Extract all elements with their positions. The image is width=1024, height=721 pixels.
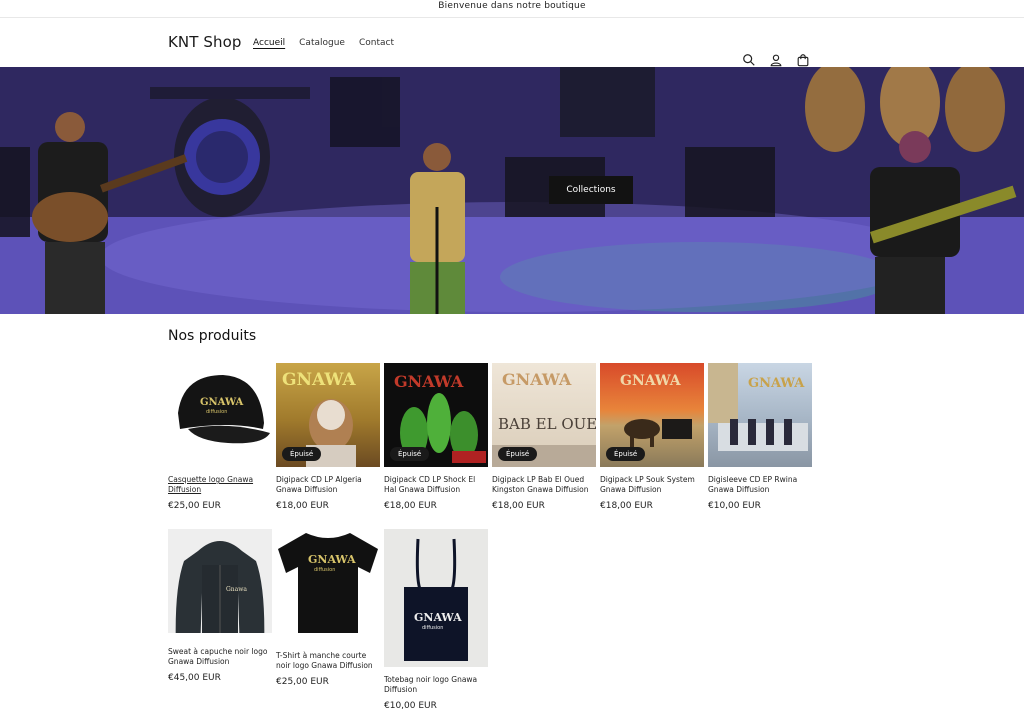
- svg-text:GNAWA: GNAWA: [748, 376, 805, 391]
- site-header: KNT Shop Accueil Catalogue Contact: [0, 18, 1024, 68]
- cart-icon[interactable]: [796, 53, 810, 67]
- header-icons: [742, 53, 810, 67]
- sold-out-badge: Épuisé: [282, 447, 322, 461]
- product-price: €18,00 EUR: [276, 501, 329, 511]
- store-logo[interactable]: KNT Shop: [168, 33, 242, 51]
- product-image[interactable]: GNAWA Épuisé: [384, 363, 488, 467]
- product-price: €18,00 EUR: [384, 501, 437, 511]
- svg-text:Gnawa: Gnawa: [226, 586, 247, 593]
- product-image[interactable]: GNAWA diffusion: [384, 529, 488, 667]
- product-image[interactable]: GNAWA diffusion: [168, 363, 272, 467]
- product-image[interactable]: GNAWA BAB EL OUED Épuisé: [492, 363, 596, 467]
- nav-accueil[interactable]: Accueil: [253, 38, 285, 48]
- product-image[interactable]: GNAWA: [708, 363, 812, 467]
- announcement-text: Bienvenue dans notre boutique: [438, 1, 586, 11]
- product-title[interactable]: T-Shirt à manche courte noir logo Gnawa …: [276, 651, 380, 671]
- svg-text:GNAWA: GNAWA: [308, 553, 356, 566]
- search-icon[interactable]: [742, 53, 756, 67]
- svg-text:BAB EL OUED: BAB EL OUED: [498, 415, 596, 433]
- nav-catalogue[interactable]: Catalogue: [299, 38, 345, 48]
- product-image[interactable]: Gnawa: [168, 529, 272, 633]
- svg-text:diffusion: diffusion: [422, 625, 443, 631]
- product-card[interactable]: GNAWA Digisleeve CD EP Rwina Gnawa Diffu…: [708, 363, 812, 511]
- svg-text:GNAWA: GNAWA: [394, 372, 464, 391]
- product-image[interactable]: GNAWA Épuisé: [276, 363, 380, 467]
- product-price: €18,00 EUR: [600, 501, 653, 511]
- collections-button[interactable]: Collections: [549, 176, 633, 204]
- product-price: €25,00 EUR: [276, 677, 329, 687]
- svg-text:GNAWA: GNAWA: [414, 611, 462, 624]
- product-card[interactable]: GNAWA diffusion Casquette logo Gnawa Dif…: [168, 363, 272, 511]
- svg-text:diffusion: diffusion: [206, 409, 227, 415]
- svg-text:GNAWA: GNAWA: [282, 370, 356, 390]
- product-price: €18,00 EUR: [492, 501, 545, 511]
- sold-out-badge: Épuisé: [606, 447, 646, 461]
- product-title[interactable]: Digipack LP Bab El Oued Kingston Gnawa D…: [492, 475, 596, 495]
- product-card[interactable]: GNAWA BAB EL OUED Épuisé Digipack LP Bab…: [492, 363, 596, 511]
- main-nav: Accueil Catalogue Contact: [253, 38, 394, 48]
- product-price: €45,00 EUR: [168, 673, 221, 683]
- product-card[interactable]: GNAWA diffusion T-Shirt à manche courte …: [276, 529, 380, 687]
- product-title[interactable]: Totebag noir logo Gnawa Diffusion: [384, 675, 488, 695]
- hero-banner: Collections: [0, 67, 1024, 314]
- product-price: €10,00 EUR: [708, 501, 761, 511]
- svg-text:GNAWA: GNAWA: [502, 370, 572, 389]
- svg-text:GNAWA: GNAWA: [200, 397, 244, 408]
- product-title[interactable]: Digipack CD LP Algeria Gnawa Diffusion: [276, 475, 380, 495]
- product-title[interactable]: Digipack LP Souk System Gnawa Diffusion: [600, 475, 704, 495]
- product-card[interactable]: GNAWA Épuisé Digipack LP Souk System Gna…: [600, 363, 704, 511]
- product-title[interactable]: Sweat à capuche noir logo Gnawa Diffusio…: [168, 647, 272, 667]
- product-price: €25,00 EUR: [168, 501, 221, 511]
- product-price: €10,00 EUR: [384, 701, 437, 711]
- product-image[interactable]: GNAWA Épuisé: [600, 363, 704, 467]
- product-title[interactable]: Casquette logo Gnawa Diffusion: [168, 475, 272, 495]
- announcement-bar: Bienvenue dans notre boutique: [0, 0, 1024, 18]
- svg-text:diffusion: diffusion: [314, 567, 335, 573]
- product-title[interactable]: Digipack CD LP Shock El Hal Gnawa Diffus…: [384, 475, 488, 495]
- product-card[interactable]: GNAWA Épuisé Digipack CD LP Shock El Hal…: [384, 363, 488, 511]
- sold-out-badge: Épuisé: [390, 447, 430, 461]
- product-image[interactable]: GNAWA diffusion: [276, 529, 380, 633]
- product-card[interactable]: GNAWA diffusion Totebag noir logo Gnawa …: [384, 529, 488, 711]
- svg-text:GNAWA: GNAWA: [620, 373, 682, 389]
- account-icon[interactable]: [769, 53, 783, 67]
- product-title[interactable]: Digisleeve CD EP Rwina Gnawa Diffusion: [708, 475, 812, 495]
- nav-contact[interactable]: Contact: [359, 38, 394, 48]
- product-card[interactable]: GNAWA Épuisé Digipack CD LP Algeria Gnaw…: [276, 363, 380, 511]
- product-card[interactable]: Gnawa Sweat à capuche noir logo Gnawa Di…: [168, 529, 272, 683]
- sold-out-badge: Épuisé: [498, 447, 538, 461]
- section-title: Nos produits: [168, 328, 257, 344]
- concert-stage-image: [0, 67, 1024, 314]
